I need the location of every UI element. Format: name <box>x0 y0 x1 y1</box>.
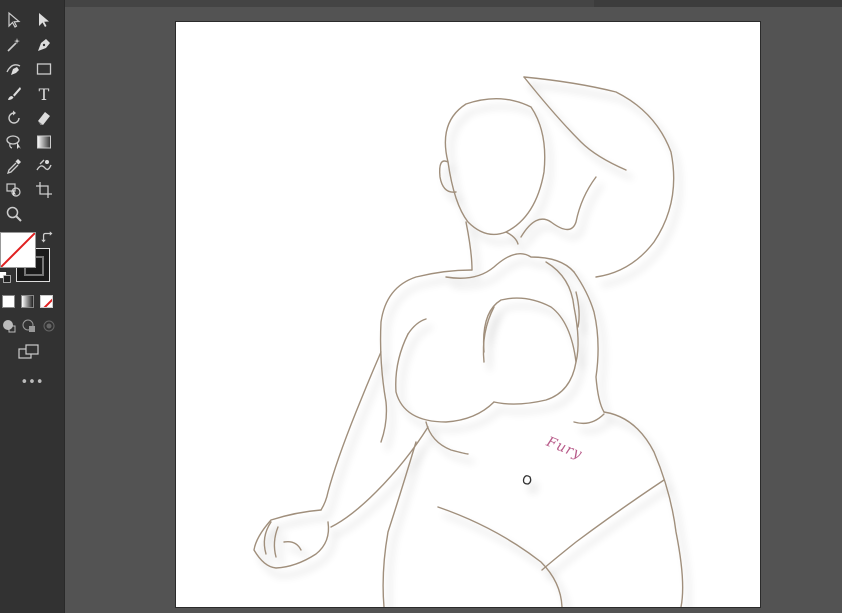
default-colors-button[interactable] <box>0 270 12 284</box>
top-panel-strip <box>64 0 842 7</box>
neck-left <box>465 221 473 271</box>
color-mode-row <box>0 295 64 313</box>
briefs-line <box>437 506 563 607</box>
document-tab-strip <box>64 0 594 7</box>
pen-tool[interactable] <box>33 35 55 55</box>
tools-panel: T ••• <box>0 0 65 613</box>
selection-tool[interactable] <box>3 10 25 30</box>
navel <box>522 475 532 485</box>
finger-2 <box>273 526 279 558</box>
briefs-right <box>541 479 665 571</box>
artboard[interactable]: Fury <box>176 22 760 607</box>
right-bust <box>482 297 577 405</box>
raised-arm-outer <box>523 76 675 278</box>
direct-selection-tool[interactable] <box>33 10 55 30</box>
draw-normal-button[interactable] <box>0 317 18 335</box>
none-slash-icon <box>43 298 52 307</box>
curvature-tool[interactable] <box>3 59 25 79</box>
curvature-pen-icon <box>6 64 21 75</box>
artboard-tool[interactable] <box>33 180 55 200</box>
draw-inside-icon <box>43 320 55 332</box>
eyedropper-tool[interactable] <box>3 156 25 176</box>
lasso-tool[interactable] <box>3 132 25 152</box>
default-colors-icon <box>0 271 11 283</box>
none-mode-button[interactable] <box>40 295 53 308</box>
zoom-tool[interactable] <box>3 204 25 224</box>
figure-line-art <box>253 76 684 607</box>
thumb <box>283 540 302 551</box>
svg-text:T: T <box>39 85 50 103</box>
gradient-icon <box>37 135 51 149</box>
left-arm-outer <box>320 351 382 511</box>
rectangle-icon <box>36 63 52 75</box>
draw-normal-icon <box>3 320 16 333</box>
eraser-icon <box>38 112 50 125</box>
lasso-icon <box>6 135 21 149</box>
fill-swatch[interactable] <box>0 232 36 268</box>
left-bust <box>395 333 495 423</box>
rotate-icon <box>8 110 20 124</box>
shape-builder-tool[interactable] <box>3 180 25 200</box>
type-tool[interactable]: T <box>33 84 55 104</box>
eyedropper-icon <box>6 159 21 175</box>
waist-left <box>425 421 469 455</box>
pen-nib-icon <box>38 39 50 51</box>
magic-wand-tool[interactable] <box>3 35 25 55</box>
draw-mode-row <box>0 317 64 338</box>
artboard-icon <box>36 182 52 198</box>
change-screen-mode-button[interactable] <box>16 342 42 362</box>
none-slash-icon <box>1 233 35 267</box>
eraser-tool[interactable] <box>33 108 55 128</box>
rotate-tool[interactable] <box>3 108 25 128</box>
left-bust-top <box>407 318 427 335</box>
puppet-warp-icon <box>36 159 52 171</box>
hip-right <box>603 411 684 607</box>
shape-builder-icon <box>6 183 21 197</box>
left-shoulder <box>379 269 473 443</box>
type-t-icon: T <box>39 85 50 103</box>
head-outline <box>444 97 546 236</box>
draw-behind-icon <box>22 319 35 332</box>
magnifier-icon <box>6 206 22 222</box>
left-arm-inner <box>330 426 429 528</box>
fill-stroke-control <box>0 230 64 290</box>
gradient-tool[interactable] <box>33 132 55 152</box>
screen-mode-icon <box>18 344 39 359</box>
neck-right <box>505 231 519 245</box>
puppet-warp-tool[interactable] <box>33 156 55 176</box>
illustrator-window: T ••• Fury <box>0 0 842 613</box>
edit-toolbar-button[interactable]: ••• <box>10 375 54 390</box>
selection-arrow-icon <box>8 11 21 28</box>
paintbrush-icon <box>8 87 21 100</box>
waist-crease <box>573 413 605 425</box>
collar <box>445 253 575 279</box>
paintbrush-tool[interactable] <box>3 84 25 104</box>
direct-selection-arrow-icon <box>39 13 49 27</box>
magic-wand-icon <box>7 38 20 52</box>
swap-fill-stroke-button[interactable] <box>40 230 56 246</box>
draw-behind-button[interactable] <box>20 317 38 335</box>
swap-arrow-icon <box>41 231 53 243</box>
gradient-mode-button[interactable] <box>21 295 34 308</box>
rectangle-tool[interactable] <box>33 59 55 79</box>
color-mode-button[interactable] <box>2 295 15 308</box>
draw-inside-button[interactable] <box>40 317 58 335</box>
